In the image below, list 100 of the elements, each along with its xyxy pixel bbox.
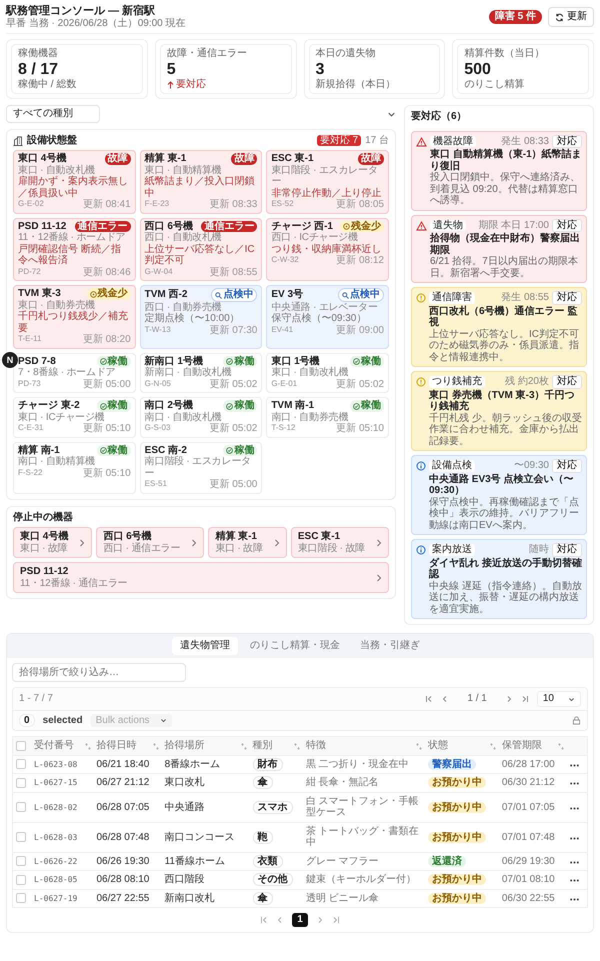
device-code: G-N-05 xyxy=(144,378,171,390)
status-badge: 残金少 xyxy=(340,220,384,232)
stopped-device-item[interactable]: ESC 東-1 東口階段 · 故障 xyxy=(290,527,390,558)
last-page-icon[interactable] xyxy=(520,695,529,704)
type-filter-select[interactable]: すべての種別 xyxy=(6,105,100,123)
device-card[interactable]: TVM 南-1 稼働 南口 · 自動券売機 T-S-12 更新 05:10 xyxy=(266,397,389,438)
respond-button[interactable]: 対応 xyxy=(552,218,582,232)
found-datetime: 06/28 07:48 xyxy=(96,832,150,843)
item-description: 透明 ビニール傘 xyxy=(306,892,379,904)
page-button[interactable]: 1 xyxy=(292,913,308,927)
page-size-select[interactable]: 10 xyxy=(536,691,581,707)
device-card[interactable]: チャージ 東-2 稼働 東口 · ICチャージ機 C-E-31 更新 05:10 xyxy=(13,397,136,438)
device-card[interactable]: ESC 南-2 稼働 南口階段 · エスカレーター ES-51 更新 05:00 xyxy=(140,442,262,494)
column-header[interactable]: 状態 xyxy=(428,740,448,752)
refresh-button[interactable]: 更新 xyxy=(548,7,594,27)
alert-title: ダイヤ乱れ 接近放送の手動切替確認 xyxy=(429,558,582,580)
first-page-icon[interactable] xyxy=(260,916,268,924)
lock-icon[interactable] xyxy=(572,716,581,726)
respond-button[interactable]: 対応 xyxy=(552,375,582,389)
tab[interactable]: 当務・引継ぎ xyxy=(352,637,428,655)
sort-icon[interactable] xyxy=(152,742,159,750)
respond-button[interactable]: 対応 xyxy=(552,459,582,473)
status-badge: 稼働 xyxy=(96,444,131,456)
device-card[interactable]: TVM 東-3 残金少 東口 · 自動券売機 千円札つり銭残少／補充要 T-E-11 更新 08:20 xyxy=(13,285,136,349)
device-card[interactable]: 東口 1号機 稼働 東口 · 自動改札機 G-E-01 更新 05:02 xyxy=(266,352,389,394)
respond-button[interactable]: 対応 xyxy=(552,543,582,557)
receipt-number: L-0628-02 xyxy=(34,802,78,812)
item-type-tag: 傘 xyxy=(252,776,273,790)
row-checkbox[interactable] xyxy=(16,778,26,788)
item-type-tag: その他 xyxy=(252,873,293,886)
next-page-icon[interactable] xyxy=(316,916,324,924)
device-code: T-W-13 xyxy=(144,324,171,336)
respond-button[interactable]: 対応 xyxy=(552,134,582,148)
more-icon[interactable] xyxy=(570,879,579,882)
row-checkbox[interactable] xyxy=(16,759,26,770)
first-page-icon[interactable] xyxy=(425,695,434,704)
tab[interactable]: 遺失物管理 xyxy=(172,637,238,655)
next-page-icon[interactable] xyxy=(504,695,513,704)
device-card[interactable]: 西口 6号機 通信エラー 西口 · 自動改札機 上位サーバ応答なし／IC判定不可 G-W-04 更新 08:55 xyxy=(140,218,262,282)
previous-page-icon[interactable] xyxy=(441,695,450,704)
device-card[interactable]: 精算 東-1 故障 東口 · 自動精算機 紙幣詰まり／投入口閉鎖中 F-E-23 更新 08:33 xyxy=(140,150,262,214)
more-icon[interactable] xyxy=(570,898,579,901)
device-name: 精算 東-1 xyxy=(215,531,258,542)
device-card[interactable]: PSD 11-12 通信エラー 11・12番線 · ホームドア 戸閉確認信号 断続／指令へ報告済 PD-72 更新 08:46 xyxy=(13,218,136,282)
sort-icon[interactable] xyxy=(294,742,300,750)
more-icon[interactable] xyxy=(570,836,579,840)
updated-time: 更新 05:00 xyxy=(210,479,258,491)
item-description: 茶 トートバッグ・書類在中 xyxy=(306,826,419,848)
sort-icon[interactable] xyxy=(84,742,90,750)
sort-icon[interactable] xyxy=(240,742,247,750)
device-card[interactable]: EV 3号 点検中 中央通路 · エレベーター 保守点検（〜09:30） EV-41 更新 09:00 xyxy=(266,285,389,349)
device-card[interactable]: 東口 4号機 故障 東口 · 自動改札機 扉開かず・案内表示無し／係員扱い中 G-E-02 更新 08:41 xyxy=(13,150,136,214)
device-card[interactable]: 精算 南-1 稼働 南口 · 自動精算機 F-S-22 更新 05:10 xyxy=(13,442,136,494)
select-all-checkbox[interactable] xyxy=(16,740,26,751)
tab[interactable]: のりこし精算・現金 xyxy=(242,637,348,655)
stopped-device-item[interactable]: 精算 東-1 東口 · 故障 xyxy=(208,527,287,558)
device-count: 17 台 xyxy=(365,134,389,146)
more-icon[interactable] xyxy=(570,860,579,864)
found-place: 8番線ホーム xyxy=(164,758,220,770)
sort-icon[interactable] xyxy=(558,742,564,750)
row-checkbox[interactable] xyxy=(16,874,26,885)
row-checkbox[interactable] xyxy=(16,832,26,842)
previous-page-icon[interactable] xyxy=(276,916,284,924)
updated-time: 更新 08:20 xyxy=(82,334,131,346)
receipt-number: L-0628-03 xyxy=(34,832,78,842)
stopped-device-item[interactable]: 東口 4号機 東口 · 故障 xyxy=(13,527,92,558)
sort-icon[interactable] xyxy=(416,742,422,750)
device-card[interactable]: チャージ 西-1 残金少 西口 · ICチャージ機 つり銭・収納庫満杯近し C-W-32 更新 08:12 xyxy=(266,218,389,282)
alert-time: 残 約20枚 xyxy=(505,376,549,388)
attention-count-badge: 要対応 7 xyxy=(316,134,362,146)
device-name: PSD 11-12 xyxy=(20,566,70,578)
device-location: 南口 · 自動券売機 xyxy=(271,412,348,423)
exclamation-circle-icon xyxy=(416,293,426,304)
alert-description: 上位サーバ応答なし。IC判定不可のため磁気券のみ・係員派遣。指令と情報連携中。 xyxy=(429,328,580,364)
item-description: 白 スマートフォン・手帳型ケース xyxy=(306,796,419,818)
more-icon[interactable] xyxy=(570,806,579,810)
device-location: 東口 · 自動改札機 xyxy=(18,164,95,176)
search-field[interactable]: 拾得場所で絞り込み… xyxy=(12,662,186,682)
row-checkbox[interactable] xyxy=(16,893,26,904)
column-header[interactable]: 特徴 xyxy=(306,740,326,752)
last-page-icon[interactable] xyxy=(332,916,340,924)
device-card[interactable]: 新南口 1号機 稼働 新南口 · 自動改札機 G-N-05 更新 05:02 xyxy=(140,352,262,394)
info-icon xyxy=(416,461,426,472)
sort-icon[interactable] xyxy=(490,742,496,750)
row-checkbox[interactable] xyxy=(16,802,26,812)
respond-button[interactable]: 対応 xyxy=(552,291,582,305)
status-badge: 通信エラー xyxy=(74,220,131,232)
device-card[interactable]: TVM 西-2 点検中 西口 · 自動券売機 定期点検（〜10:00） T-W-13 更新 07:30 xyxy=(140,285,262,349)
more-icon[interactable] xyxy=(570,764,579,767)
row-checkbox[interactable] xyxy=(16,856,26,866)
stopped-device-item[interactable]: PSD 11-12 11・12番線 · 通信エラー xyxy=(13,562,389,594)
found-datetime: 06/21 18:40 xyxy=(96,758,150,770)
more-icon[interactable] xyxy=(570,782,579,786)
found-datetime: 06/27 21:12 xyxy=(96,777,150,788)
device-card[interactable]: PSD 7-8 稼働 7・8番線 · ホームドア PD-73 更新 05:00 xyxy=(13,352,136,394)
device-name: TVM 南-1 xyxy=(271,400,314,412)
device-card[interactable]: 南口 2号機 稼働 南口 · 自動改札機 G-S-03 更新 05:02 xyxy=(140,397,262,438)
stopped-device-item[interactable]: 西口 6号機 西口 · 通信エラー xyxy=(96,527,204,558)
dev-tools-button[interactable]: N xyxy=(2,352,18,368)
device-card[interactable]: ESC 東-1 故障 東口階段 · エスカレーター 非常停止作動／上り停止 ES-52 更新 08:05 xyxy=(266,150,389,214)
